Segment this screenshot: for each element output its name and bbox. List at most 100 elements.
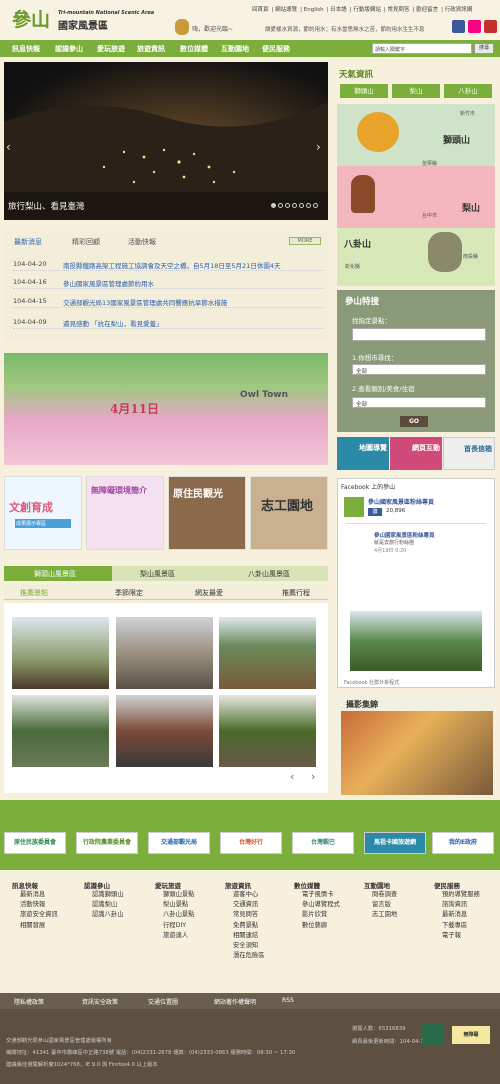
footer-link[interactable]: 認識梨山 xyxy=(92,900,150,910)
news-title[interactable]: 邁見感動 「抗在梨山，看見愛蓋」 xyxy=(63,318,318,328)
nav-service[interactable]: 便民服務 xyxy=(262,44,290,54)
footer-link[interactable]: 留言版 xyxy=(372,900,430,910)
weather-tab-lion[interactable]: 獅頭山 xyxy=(340,84,388,98)
nav-interactive[interactable]: 互動園地 xyxy=(221,44,249,54)
nav-info[interactable]: 旅遊資訊 xyxy=(137,44,165,54)
footer-link[interactable]: 諮詢資訊 xyxy=(442,900,500,910)
logo[interactable]: 參山 xyxy=(12,5,50,32)
policy-link[interactable]: 隱私權政策 xyxy=(14,997,44,1006)
region-tab-lishan[interactable]: 梨山風景區 xyxy=(140,569,175,579)
subtab-favorites[interactable]: 網友最愛 xyxy=(195,588,223,598)
hero-dot[interactable] xyxy=(313,203,318,208)
spot-photo[interactable] xyxy=(219,617,316,689)
news-row[interactable]: 104-04-15 交通部觀光局13國家風景區管理處共同響應抗旱節水措施 xyxy=(13,294,323,308)
footer-link[interactable]: 潛在危險區 xyxy=(233,951,291,961)
area-select[interactable]: 全部 xyxy=(352,364,486,375)
footer-link[interactable]: 最新消息 xyxy=(442,910,500,920)
photo-next-arrow[interactable]: › xyxy=(311,770,315,783)
footer-link[interactable]: 志工園地 xyxy=(372,910,430,920)
youtube-icon[interactable] xyxy=(484,20,497,33)
news-title[interactable]: 參山國家風景區管理處節約用水 xyxy=(63,278,318,288)
footer-link[interactable]: 相關發展 xyxy=(20,921,78,931)
gov-icon[interactable] xyxy=(422,1024,444,1046)
footer-col-head[interactable]: 旅遊資訊 xyxy=(225,880,291,890)
top-link-mobile[interactable]: 行動版網站 xyxy=(353,7,381,13)
nav-about[interactable]: 認識參山 xyxy=(55,44,83,54)
partner-banner[interactable]: 台灣好行 xyxy=(220,832,282,854)
hero-prev-arrow[interactable]: ‹ xyxy=(6,140,11,154)
facebook-icon[interactable] xyxy=(452,20,465,33)
spot-photo[interactable] xyxy=(116,617,213,689)
spot-photo[interactable] xyxy=(12,617,109,689)
news-title[interactable]: 南投縣鐵路高架工程施工協調會及天空之橋，自5月18日至5月21日休園4天 xyxy=(63,260,318,270)
tile-creative[interactable]: 文創育成 成果展示專區 xyxy=(4,476,82,550)
footer-link[interactable]: 最新消息 xyxy=(20,890,78,900)
nav-media[interactable]: 數位媒體 xyxy=(180,44,208,54)
hero-dot[interactable] xyxy=(292,203,297,208)
footer-link[interactable]: 影片欣賞 xyxy=(302,910,360,920)
top-link-guestbook[interactable]: 歡迎留言 xyxy=(416,7,438,13)
spot-input[interactable] xyxy=(352,328,486,341)
fb-like-button[interactable]: 讚 xyxy=(368,508,382,516)
mailbox-button[interactable]: 首長信箱 xyxy=(443,437,495,470)
owl-town-banner[interactable] xyxy=(4,353,328,465)
footer-link[interactable]: 活動快報 xyxy=(20,900,78,910)
footer-link[interactable]: 電子風情卡 xyxy=(302,890,360,900)
tab-latest-news[interactable]: 最新消息 xyxy=(14,237,42,247)
hero-dot[interactable] xyxy=(285,203,290,208)
photo-prev-arrow[interactable]: ‹ xyxy=(290,770,294,783)
accessibility-badge[interactable]: 無障礙 xyxy=(452,1026,490,1044)
weather-tab-bagua[interactable]: 八卦山 xyxy=(444,84,492,98)
footer-col-head[interactable]: 便民服務 xyxy=(434,880,500,890)
spot-photo[interactable] xyxy=(12,695,109,767)
footer-col-head[interactable]: 訊息快報 xyxy=(12,880,78,890)
fb-post-photo[interactable] xyxy=(350,611,482,671)
footer-link[interactable]: 電子報 xyxy=(442,931,500,941)
map-guide-button[interactable]: 地圖導覽 xyxy=(337,437,389,470)
hero-dot[interactable] xyxy=(271,203,276,208)
partner-banner[interactable]: 馬祖卡國旅遊網 xyxy=(364,832,426,854)
go-button[interactable]: GO xyxy=(400,416,428,427)
footer-link[interactable]: 認識獅頭山 xyxy=(92,890,150,900)
partner-banner[interactable]: 原住民族委員會 xyxy=(4,832,66,854)
search-button[interactable]: 搜尋 xyxy=(474,43,494,54)
footer-link[interactable]: 旅遊安全資訊 xyxy=(20,910,78,920)
footer-col-head[interactable]: 數位媒體 xyxy=(294,880,360,890)
subtab-seasonal[interactable]: 季節限定 xyxy=(115,588,143,598)
footer-link[interactable]: 免費景點 xyxy=(233,921,291,931)
region-tab-lion[interactable]: 獅頭山風景區 xyxy=(34,569,76,579)
footer-link[interactable]: 問卷調查 xyxy=(372,890,430,900)
footer-link[interactable]: 常見問答 xyxy=(233,910,291,920)
tab-review[interactable]: 精彩回顧 xyxy=(72,237,100,247)
hero-carousel[interactable] xyxy=(4,62,328,220)
hero-next-arrow[interactable]: › xyxy=(316,140,321,154)
interactive-button[interactable]: 網頁互動 xyxy=(390,437,442,470)
footer-link[interactable]: 相關連結 xyxy=(233,931,291,941)
tile-accessibility[interactable]: 無障礙環境簡介 xyxy=(86,476,164,550)
spot-photo[interactable] xyxy=(116,695,213,767)
spot-photo[interactable] xyxy=(219,695,316,767)
footer-col-head[interactable]: 認識參山 xyxy=(84,880,150,890)
region-tab-baguashan[interactable]: 八卦山風景區 xyxy=(248,569,290,579)
gallery-photo[interactable] xyxy=(341,711,493,795)
policy-link[interactable]: 交通位置圖 xyxy=(148,997,178,1006)
hero-dot[interactable] xyxy=(278,203,283,208)
footer-link[interactable]: 遊客中心 xyxy=(233,890,291,900)
footer-link[interactable]: 梨山景點 xyxy=(163,900,221,910)
partner-banner[interactable]: 行政院農業委員會 xyxy=(76,832,138,854)
footer-link[interactable]: 旅遊達人 xyxy=(163,931,221,941)
weather-tab-lishan[interactable]: 梨山 xyxy=(392,84,440,98)
footer-link[interactable]: 安全須知 xyxy=(233,941,291,951)
top-link-japanese[interactable]: 日本語 xyxy=(330,7,347,13)
hero-dot[interactable] xyxy=(299,203,304,208)
partner-banner[interactable]: 台灣觀巴 xyxy=(292,832,354,854)
news-more-button[interactable]: MORE xyxy=(289,237,321,245)
flickr-icon[interactable] xyxy=(468,20,481,33)
footer-link[interactable]: 預約導覽服務 xyxy=(442,890,500,900)
footer-link[interactable]: 下載專區 xyxy=(442,921,500,931)
footer-link[interactable]: 獅頭山景點 xyxy=(163,890,221,900)
top-link-admin[interactable]: 行政資訊網 xyxy=(445,7,473,13)
footer-link[interactable]: 參山導覽程式 xyxy=(302,900,360,910)
partner-banner[interactable]: 我的E政府 xyxy=(432,832,494,854)
footer-col-head[interactable]: 愛玩旅遊 xyxy=(155,880,221,890)
